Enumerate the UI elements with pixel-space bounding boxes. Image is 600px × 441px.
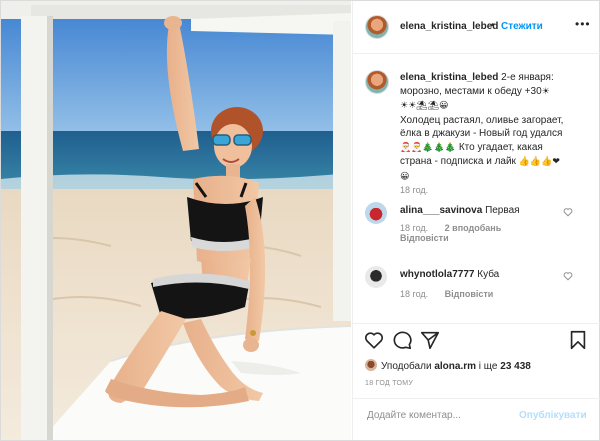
caption-author-avatar[interactable] [365, 70, 389, 94]
liker-avatar[interactable] [365, 359, 377, 371]
liked-by-prefix: Уподобали [381, 361, 432, 372]
share-icon[interactable] [419, 329, 441, 351]
reply-button[interactable]: Відповісти [445, 289, 494, 299]
beach-photo[interactable] [1, 1, 351, 440]
caption-timestamp[interactable]: 18 год. [400, 185, 428, 195]
author-avatar[interactable] [365, 15, 389, 39]
heart-outline-icon[interactable] [563, 207, 573, 217]
follow-button[interactable]: Стежити [501, 21, 543, 32]
comment-input[interactable] [365, 409, 519, 422]
caption-text-line6: Кто угадает, какая [458, 141, 543, 153]
comments-feed: elena_kristina_lebed 2-е января: морозно… [353, 54, 600, 322]
more-dots-icon[interactable]: ••• [575, 17, 591, 31]
caption-text-line7: страна - подписка и лайк [400, 156, 516, 167]
likes-count[interactable]: 23 438 [500, 361, 531, 372]
comment-timestamp[interactable]: 18 год. [400, 223, 428, 233]
post-time-ago[interactable]: 18 ГОД ТОМУ [365, 380, 413, 387]
comment-text: alina___savinova Первая [400, 205, 570, 216]
reply-button[interactable]: Відповісти [400, 233, 449, 243]
comment-form: Опублікувати [353, 398, 600, 436]
liked-by-summary: Уподобали alona.rm і ще 23 438 [365, 359, 531, 372]
comment-body: Первая [485, 205, 520, 216]
post-container: elena_kristina_lebed • Стежити ••• elena… [0, 0, 600, 441]
comment-item: alina___savinova Первая 18 год. 2 вподоб… [353, 202, 600, 243]
comment-meta: 18 год. 2 вподобань Відповісти [400, 223, 515, 243]
liked-by-and: і ще [478, 361, 498, 372]
commenter-avatar[interactable] [365, 266, 387, 288]
publish-button[interactable]: Опублікувати [519, 410, 587, 421]
comment-likes[interactable]: 2 вподобань [445, 223, 502, 233]
comment-meta: 18 год. Відповісти [400, 289, 507, 299]
caption-username[interactable]: elena_kristina_lebed [400, 72, 498, 83]
heart-outline-icon[interactable] [563, 271, 573, 281]
post-actions: Уподобали alona.rm і ще 23 438 18 ГОД ТО… [353, 323, 600, 435]
caption-emoji-row: ☀☀⛱⛱😀 [400, 101, 449, 111]
caption-text-line4: Холодец растаял, оливье загорает, [400, 114, 564, 126]
liked-by-user[interactable]: alona.rm [434, 361, 476, 372]
caption-emoji-row-3: 👍👍👍❤ [518, 157, 560, 167]
sun-emoji: ☀ [541, 86, 550, 97]
commenter-username[interactable]: alina___savinova [400, 205, 482, 216]
caption-text-line1: 2-е января: [501, 72, 554, 83]
commenter-username[interactable]: whynotlola7777 [400, 269, 474, 280]
author-username[interactable]: elena_kristina_lebed [400, 21, 498, 32]
comment-item: whynotlola7777 Куба 18 год. Відповісти [353, 266, 600, 306]
beach-photo-illustration [1, 1, 351, 440]
caption-text-line2: морозно, местами к обеду +30 [400, 85, 542, 97]
bookmark-icon[interactable] [567, 329, 589, 351]
comment-body: Куба [477, 269, 500, 280]
comment-timestamp[interactable]: 18 год. [400, 289, 428, 299]
header-separator: • [491, 20, 495, 31]
comment-text: whynotlola7777 Куба [400, 269, 570, 280]
commenter-avatar[interactable] [365, 202, 387, 224]
post-caption: elena_kristina_lebed 2-е января: морозно… [400, 71, 590, 184]
post-sidebar: elena_kristina_lebed • Стежити ••• elena… [352, 1, 600, 440]
comment-icon[interactable] [391, 329, 413, 351]
caption-emoji-row-2: 🎅🎅🎄🎄🎄 [400, 142, 457, 153]
post-header: elena_kristina_lebed • Стежити ••• [353, 1, 600, 54]
caption-emoji-row-4: 😀 [400, 171, 410, 182]
caption-text-line5: ёлка в джакузи - Новый год удался [400, 128, 563, 139]
heart-icon[interactable] [363, 329, 385, 351]
